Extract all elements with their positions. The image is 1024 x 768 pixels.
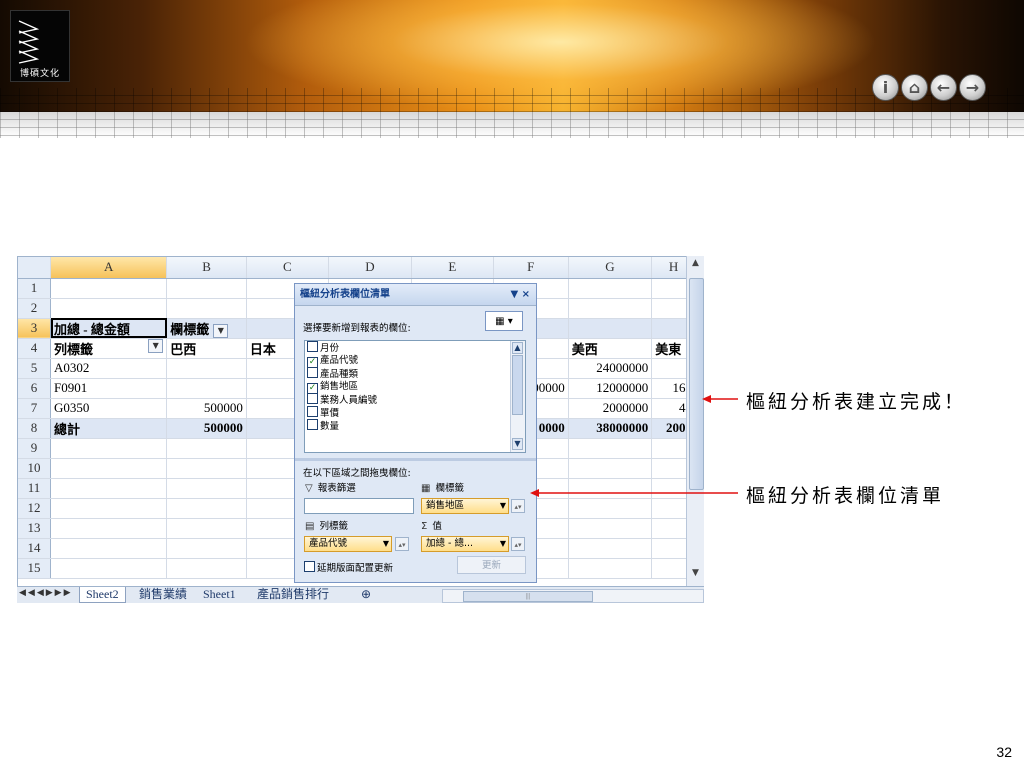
callout-field-list: 樞紐分析表欄位清單 xyxy=(746,485,945,507)
page-number: 32 xyxy=(996,744,1012,760)
arrow-to-field-list xyxy=(530,489,738,497)
arrow-to-pivot-table xyxy=(702,395,738,403)
callout-pivot-created: 樞紐分析表建立完成！ xyxy=(746,391,967,413)
annotation-arrows xyxy=(530,395,738,497)
